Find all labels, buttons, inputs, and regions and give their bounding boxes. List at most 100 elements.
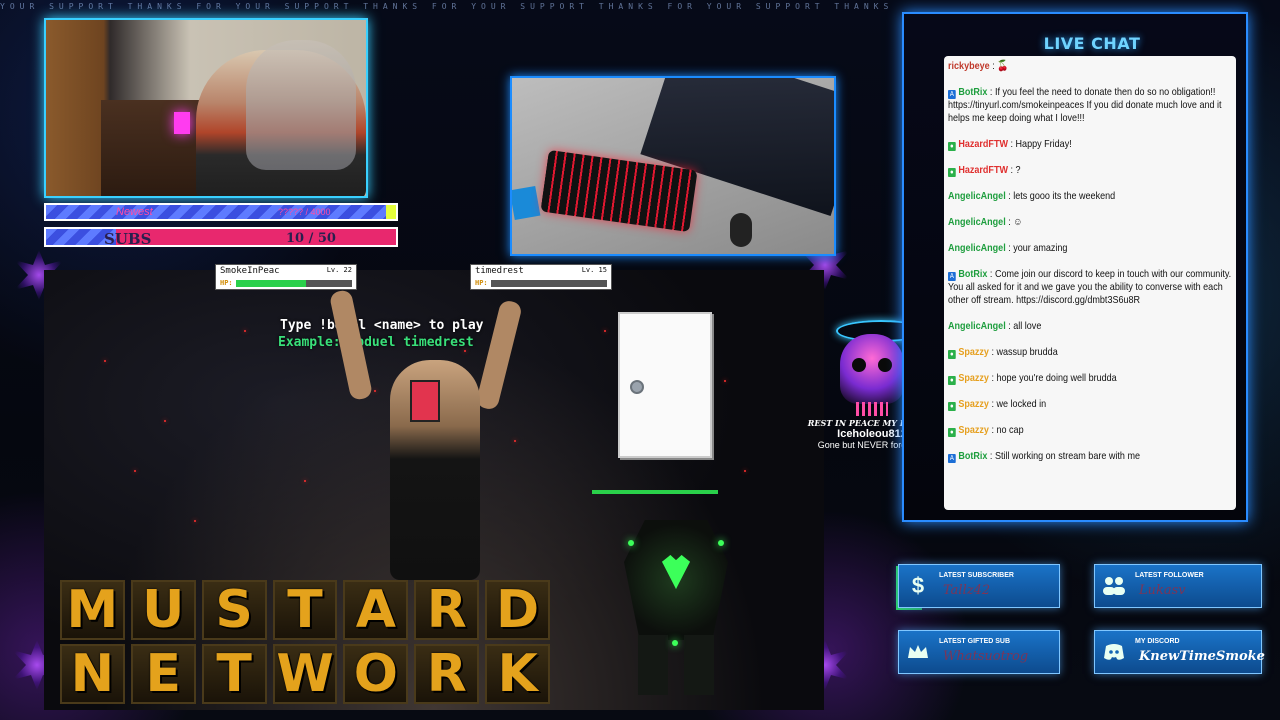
chat-username[interactable]: Spazzy — [958, 424, 989, 436]
user-badge-icon: ● — [948, 142, 956, 151]
discord-widget[interactable]: MY DISCORD KnewTimeSmoke — [1094, 630, 1265, 674]
player1-hp-card: SmokeInPeac Lv. 22 HP: — [215, 264, 357, 290]
mouse — [730, 213, 752, 247]
chat-username[interactable]: BotRix — [958, 450, 987, 462]
logo-letter: R — [414, 644, 480, 704]
logo-letter: R — [414, 580, 480, 640]
widget-value: KnewTimeSmoke — [1139, 649, 1265, 664]
logo-letter: S — [201, 580, 267, 640]
chat-message: AngelicAngel : your amazing — [948, 242, 1231, 255]
mustard-network-logo: M U S T A R D N E T W O R K — [60, 580, 551, 710]
streamer-hair — [246, 40, 356, 170]
user-badge-icon: A — [948, 272, 956, 281]
boss-hp-bar — [592, 490, 718, 494]
logo-letter: K — [485, 644, 551, 704]
player2-level: Lv. 15 — [581, 266, 607, 274]
chat-message: AngelicAngel : ☺ — [948, 216, 1231, 229]
user-badge-icon: ● — [948, 168, 956, 177]
card-icon — [410, 380, 440, 422]
chat-message: ● HazardFTW : ? — [948, 164, 1231, 177]
desk-camera-feed — [510, 76, 836, 256]
glow-spot — [672, 640, 678, 646]
player1-name: SmokeInPeac — [220, 266, 280, 276]
user-badge-icon: A — [948, 454, 956, 463]
subs-value: 10 / 50 — [286, 231, 336, 246]
skull-eye — [878, 358, 892, 372]
ember-particle — [104, 360, 106, 362]
thanks-ticker: YOUR SUPPORT THANKS FOR YOUR SUPPORT THA… — [0, 2, 900, 11]
monster-character — [598, 500, 754, 700]
widget-label: LATEST FOLLOWER — [1135, 572, 1204, 579]
chat-username[interactable]: AngelicAngel — [948, 242, 1006, 254]
chat-separator: : — [1007, 138, 1016, 150]
user-badge-icon: ● — [948, 376, 956, 385]
chat-message: ● Spazzy : we locked in — [948, 398, 1231, 411]
player2-hp-bar — [491, 280, 607, 287]
chat-separator: : — [987, 86, 995, 98]
player1-level: Lv. 22 — [326, 266, 352, 274]
door-knob — [630, 380, 644, 394]
glow-spot — [718, 540, 724, 546]
dollar-icon: $ — [911, 573, 925, 598]
latest-subscriber-widget: $ LATEST SUBSCRIBER Tallz42 — [898, 564, 1060, 608]
player1-hp-label: HP: — [220, 279, 233, 287]
ember-particle — [194, 520, 196, 522]
latest-gifted-sub-widget: LATEST GIFTED SUB Whatsuotrog — [898, 630, 1060, 674]
dancer-character — [328, 288, 523, 580]
chat-username[interactable]: Spazzy — [958, 372, 989, 384]
logo-letter: M — [60, 580, 125, 640]
goal-label: Newest — [116, 206, 153, 218]
follower-goal-bar: Newest ????? / 4000 — [44, 203, 398, 221]
chat-username[interactable]: AngelicAngel — [948, 216, 1006, 228]
logo-letter: U — [130, 580, 196, 640]
goal-value: ????? / 4000 — [278, 207, 331, 217]
ember-particle — [724, 380, 726, 382]
chat-separator: : — [987, 450, 995, 462]
logo-row-1: M U S T A R D — [60, 580, 551, 640]
user-badge-icon: ● — [948, 350, 956, 359]
subs-label: SUBS — [104, 230, 152, 248]
chat-text: no cap — [996, 424, 1024, 436]
widget-value: Whatsuotrog — [943, 649, 1029, 664]
chat-message: ● Spazzy : hope you're doing well brudda — [948, 372, 1231, 385]
logo-letter: D — [485, 580, 551, 640]
widget-label: LATEST SUBSCRIBER — [939, 572, 1014, 579]
chat-separator: : — [1005, 190, 1014, 202]
chat-username[interactable]: HazardFTW — [958, 164, 1008, 176]
chat-username[interactable]: rickybeye — [948, 60, 990, 72]
chat-text: we locked in — [996, 398, 1047, 410]
latest-follower-widget: LATEST FOLLOWER Lukasv — [1094, 564, 1262, 608]
user-badge-icon: ● — [948, 402, 956, 411]
logo-letter: A — [343, 580, 409, 640]
skull-head — [840, 334, 904, 404]
discord-icon — [1101, 639, 1127, 665]
skull-eye — [852, 358, 866, 372]
chat-message-list[interactable]: rickybeye : 🍒 A BotRix : If you feel the n… — [944, 56, 1236, 510]
chat-message: A BotRix : Still working on stream bare w… — [948, 450, 1231, 463]
chat-text: Still working on stream bare with me — [994, 450, 1141, 462]
chat-text: Happy Friday! — [1015, 138, 1072, 150]
crown-icon — [905, 639, 931, 665]
chat-username[interactable]: Spazzy — [958, 346, 989, 358]
chat-username[interactable]: AngelicAngel — [948, 320, 1006, 332]
user-badge-icon: A — [948, 90, 956, 99]
chat-text: ? — [1015, 164, 1021, 176]
chat-username[interactable]: HazardFTW — [958, 138, 1008, 150]
chat-username[interactable]: BotRix — [958, 86, 987, 98]
webcam-feed — [44, 18, 368, 198]
chat-username[interactable]: AngelicAngel — [948, 190, 1006, 202]
chat-username[interactable]: BotRix — [958, 268, 987, 280]
player1-hp-fill — [236, 280, 306, 287]
ember-particle — [604, 330, 606, 332]
chat-message: rickybeye : 🍒 — [948, 60, 1231, 73]
chat-text: your amazing — [1013, 242, 1068, 254]
player2-hp-card: timedrest Lv. 15 HP: — [470, 264, 612, 290]
chat-username[interactable]: Spazzy — [958, 398, 989, 410]
chat-message: ● HazardFTW : Happy Friday! — [948, 138, 1231, 151]
widget-label: MY DISCORD — [1135, 638, 1180, 645]
chat-text: all love — [1013, 320, 1042, 332]
skull-drip — [856, 402, 888, 416]
glow-spot — [628, 540, 634, 546]
ember-particle — [304, 480, 306, 482]
mousepad — [512, 185, 541, 221]
